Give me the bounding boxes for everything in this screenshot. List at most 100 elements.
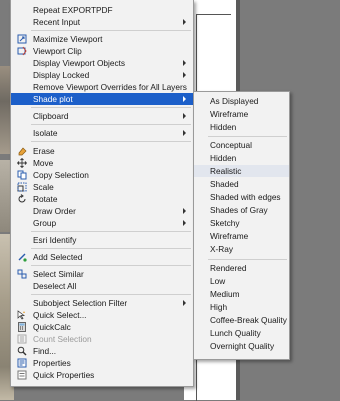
menu-item-label: X-Ray	[210, 244, 234, 254]
menu-item-remove-viewport-overrides[interactable]: Remove Viewport Overrides for All Layers	[11, 81, 193, 93]
menu-item-label: Select Similar	[33, 269, 84, 279]
submenu-item-shaded-with-edges[interactable]: Shaded with edges	[194, 191, 289, 203]
menu-item-erase[interactable]: Erase	[11, 145, 193, 157]
menu-item-label: Display Locked	[33, 70, 90, 80]
menu-separator	[208, 136, 287, 137]
submenu-item-rendered[interactable]: Rendered	[194, 262, 289, 274]
submenu-item-wireframe[interactable]: Wireframe	[194, 108, 289, 120]
menu-item-label: Draw Order	[33, 206, 76, 216]
menu-item-label: Hidden	[210, 122, 237, 132]
menu-item-properties[interactable]: Properties	[11, 357, 193, 369]
menu-item-label: Shade plot	[33, 94, 73, 104]
menu-item-maximize-viewport[interactable]: Maximize Viewport	[11, 33, 193, 45]
menu-item-label: High	[210, 302, 228, 312]
submenu-item-overnight-quality[interactable]: Overnight Quality	[194, 340, 289, 352]
menu-item-label: Quick Select...	[33, 310, 87, 320]
submenu-item-medium[interactable]: Medium	[194, 288, 289, 300]
move-icon	[17, 158, 27, 168]
menu-item-label: Hidden	[210, 153, 237, 163]
submenu-item-coffee-break-quality[interactable]: Coffee-Break Quality	[194, 314, 289, 326]
menu-item-repeat-exportpdf[interactable]: Repeat EXPORTPDF	[11, 4, 193, 16]
menu-item-label: Isolate	[33, 128, 58, 138]
menu-item-deselect-all[interactable]: Deselect All	[11, 280, 193, 292]
menu-separator	[31, 294, 191, 295]
menu-item-count-selection[interactable]: Count Selection	[11, 333, 193, 345]
calculator-icon	[17, 322, 27, 332]
menu-item-move[interactable]: Move	[11, 157, 193, 169]
count-icon	[17, 334, 27, 344]
submenu-item-shades-of-gray[interactable]: Shades of Gray	[194, 204, 289, 216]
menu-item-quick-properties[interactable]: Quick Properties	[11, 369, 193, 381]
submenu-item-low[interactable]: Low	[194, 275, 289, 287]
menu-item-label: Maximize Viewport	[33, 34, 103, 44]
menu-item-label: Shaded with edges	[210, 192, 281, 202]
menu-item-isolate[interactable]: Isolate	[11, 127, 193, 139]
menu-item-label: Wireframe	[210, 109, 249, 119]
menu-item-label: Copy Selection	[33, 170, 89, 180]
menu-item-shade-plot[interactable]: Shade plot	[11, 93, 193, 105]
menu-separator	[208, 259, 287, 260]
menu-separator	[31, 124, 191, 125]
menu-item-label: Realistic	[210, 166, 242, 176]
menu-item-label: Overnight Quality	[210, 341, 275, 351]
menu-item-label: Count Selection	[33, 334, 92, 344]
menu-item-viewport-clip[interactable]: Viewport Clip	[11, 45, 193, 57]
submenu-item-hidden-style[interactable]: Hidden	[194, 152, 289, 164]
menu-item-label: Esri Identify	[33, 235, 77, 245]
menu-item-select-similar[interactable]: Select Similar	[11, 268, 193, 280]
menu-item-label: Repeat EXPORTPDF	[33, 5, 113, 15]
submenu-item-sketchy[interactable]: Sketchy	[194, 217, 289, 229]
menu-item-copy-selection[interactable]: Copy Selection	[11, 169, 193, 181]
rotate-icon	[17, 194, 27, 204]
shade-plot-submenu: As Displayed Wireframe Hidden Conceptual…	[193, 91, 290, 360]
erase-icon	[17, 146, 27, 156]
menu-item-label: Display Viewport Objects	[33, 58, 126, 68]
copy-icon	[17, 170, 27, 180]
menu-separator	[31, 141, 191, 142]
submenu-item-conceptual[interactable]: Conceptual	[194, 139, 289, 151]
submenu-item-x-ray[interactable]: X-Ray	[194, 243, 289, 255]
menu-item-group[interactable]: Group	[11, 217, 193, 229]
submenu-item-wireframe-style[interactable]: Wireframe	[194, 230, 289, 242]
menu-item-label: Deselect All	[33, 281, 77, 291]
submenu-item-shaded[interactable]: Shaded	[194, 178, 289, 190]
menu-item-recent-input[interactable]: Recent Input	[11, 16, 193, 28]
menu-item-label: Properties	[33, 358, 71, 368]
menu-item-quick-select[interactable]: Quick Select...	[11, 309, 193, 321]
menu-item-label: Wireframe	[210, 231, 249, 241]
menu-item-find[interactable]: Find...	[11, 345, 193, 357]
submenu-arrow-icon	[183, 72, 186, 78]
submenu-item-high[interactable]: High	[194, 301, 289, 313]
menu-item-label: As Displayed	[210, 96, 259, 106]
menu-item-label: Lunch Quality	[210, 328, 261, 338]
menu-item-label: Add Selected	[33, 252, 83, 262]
menu-separator	[31, 265, 191, 266]
menu-item-display-locked[interactable]: Display Locked	[11, 69, 193, 81]
menu-item-label: Shaded	[210, 179, 239, 189]
menu-item-scale[interactable]: Scale	[11, 181, 193, 193]
menu-item-rotate[interactable]: Rotate	[11, 193, 193, 205]
scale-icon	[17, 182, 27, 192]
menu-item-label: Coffee-Break Quality	[210, 315, 287, 325]
menu-item-subobject-selection-filter[interactable]: Subobject Selection Filter	[11, 297, 193, 309]
menu-item-esri-identify[interactable]: Esri Identify	[11, 234, 193, 246]
quick-select-icon	[17, 310, 27, 320]
properties-icon	[17, 358, 27, 368]
menu-item-clipboard[interactable]: Clipboard	[11, 110, 193, 122]
menu-item-label: Move	[33, 158, 54, 168]
submenu-arrow-icon	[183, 130, 186, 136]
submenu-item-realistic[interactable]: Realistic	[194, 165, 289, 177]
menu-item-quickcalc[interactable]: QuickCalc	[11, 321, 193, 333]
menu-item-label: Quick Properties	[33, 370, 95, 380]
submenu-item-as-displayed[interactable]: As Displayed	[194, 95, 289, 107]
submenu-arrow-icon	[183, 113, 186, 119]
menu-item-add-selected[interactable]: Add Selected	[11, 251, 193, 263]
quick-properties-icon	[17, 370, 27, 380]
submenu-item-lunch-quality[interactable]: Lunch Quality	[194, 327, 289, 339]
menu-item-label: Recent Input	[33, 17, 81, 27]
menu-item-display-viewport-objects[interactable]: Display Viewport Objects	[11, 57, 193, 69]
menu-item-label: Subobject Selection Filter	[33, 298, 128, 308]
menu-item-draw-order[interactable]: Draw Order	[11, 205, 193, 217]
menu-item-label: Viewport Clip	[33, 46, 82, 56]
submenu-item-hidden[interactable]: Hidden	[194, 121, 289, 133]
